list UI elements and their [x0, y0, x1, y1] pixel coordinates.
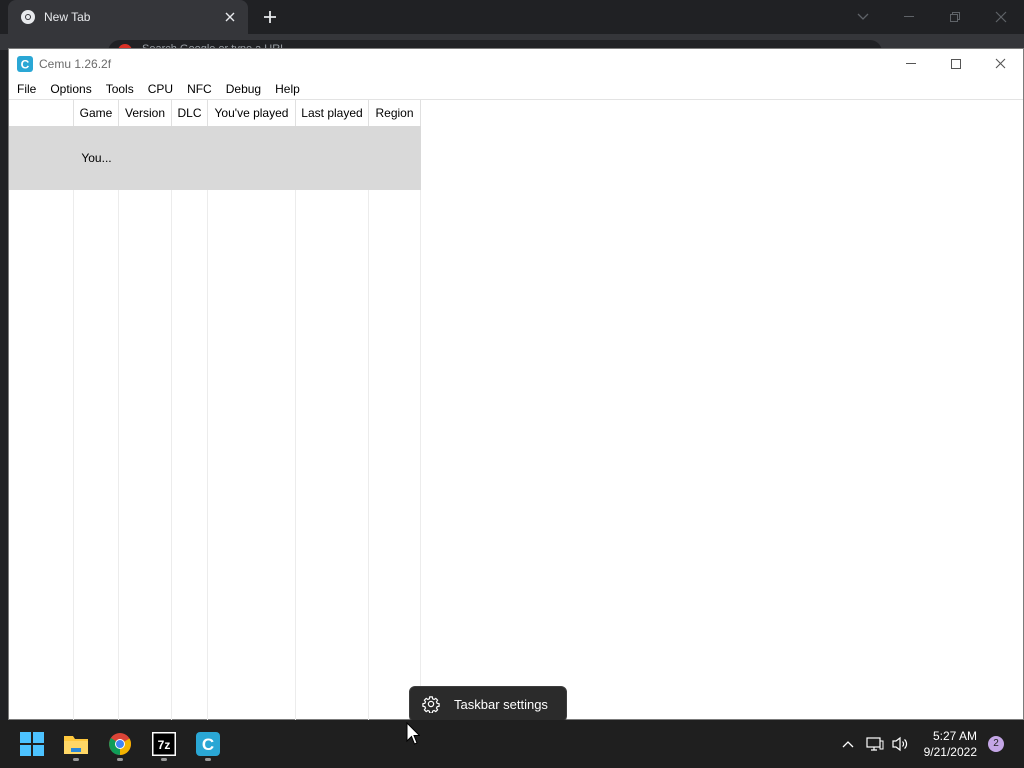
browser-window-controls	[840, 0, 1024, 34]
running-indicator	[117, 758, 123, 761]
chrome-button[interactable]	[100, 724, 140, 764]
browser-restore-icon[interactable]	[932, 0, 978, 34]
chrome-icon	[109, 733, 131, 755]
game-list[interactable]: Game Version DLC You've played Last play…	[9, 100, 421, 720]
window-title: Cemu 1.26.2f	[39, 56, 112, 71]
minimize-icon[interactable]	[888, 49, 933, 78]
table-row[interactable]	[9, 126, 421, 190]
menu-debug[interactable]: Debug	[219, 78, 268, 100]
taskbar-settings-tooltip[interactable]: Taskbar settings	[409, 686, 567, 722]
column-divider	[420, 100, 421, 720]
column-header-dlc[interactable]: DLC	[172, 100, 208, 126]
svg-text:C: C	[21, 57, 30, 71]
folder-icon	[64, 736, 88, 754]
running-indicator	[161, 758, 167, 761]
gear-icon	[422, 695, 440, 713]
column-divider	[207, 100, 208, 720]
cemu-window: C Cemu 1.26.2f File Options Tools CPU NF…	[8, 48, 1024, 720]
cemu-titlebar[interactable]: C Cemu 1.26.2f	[9, 49, 1023, 78]
column-divider	[118, 100, 119, 720]
menu-cpu[interactable]: CPU	[141, 78, 180, 100]
cemu-app-icon: C	[17, 55, 33, 72]
chrome-favicon-icon	[20, 9, 36, 25]
clock-date: 9/21/2022	[923, 745, 977, 759]
running-indicator	[73, 758, 79, 761]
show-hidden-icons-icon[interactable]	[838, 720, 858, 768]
menu-options[interactable]: Options	[43, 78, 98, 100]
browser-tab[interactable]: New Tab	[8, 0, 248, 34]
column-header-youve-played[interactable]: You've played	[208, 100, 296, 126]
menu-tools[interactable]: Tools	[99, 78, 141, 100]
column-divider	[73, 100, 74, 720]
menu-nfc[interactable]: NFC	[180, 78, 219, 100]
column-header-icon[interactable]	[9, 100, 74, 126]
clock-time: 5:27 AM	[932, 729, 977, 743]
window-controls	[888, 49, 1023, 78]
notification-badge[interactable]: 2	[988, 736, 1004, 752]
start-button[interactable]	[12, 724, 52, 764]
browser-minimize-icon[interactable]	[886, 0, 932, 34]
column-divider	[295, 100, 296, 720]
menu-bar: File Options Tools CPU NFC Debug Help	[9, 78, 1023, 100]
tooltip-label: Taskbar settings	[454, 696, 548, 712]
7zip-icon: 7z	[152, 732, 176, 756]
browser-tab-title: New Tab	[44, 10, 91, 24]
7zip-button[interactable]: 7z	[144, 724, 184, 764]
file-explorer-button[interactable]	[56, 724, 96, 764]
column-header-game[interactable]: Game	[74, 100, 119, 126]
column-divider	[368, 100, 369, 720]
game-title-cell: You...	[81, 151, 112, 165]
new-tab-icon[interactable]	[258, 6, 282, 28]
tab-search-icon[interactable]	[840, 0, 886, 34]
close-tab-icon[interactable]	[222, 9, 238, 25]
network-icon[interactable]	[864, 720, 886, 768]
column-divider	[171, 100, 172, 720]
chrome-tabstrip: New Tab	[0, 0, 1024, 34]
maximize-icon[interactable]	[933, 49, 978, 78]
cemu-taskbar-button[interactable]: C	[188, 724, 228, 764]
column-header-version[interactable]: Version	[119, 100, 172, 126]
column-header-region[interactable]: Region	[369, 100, 421, 126]
system-clock[interactable]: 5:27 AM 9/21/2022	[907, 728, 977, 760]
svg-text:C: C	[202, 735, 214, 754]
close-icon[interactable]	[978, 49, 1023, 78]
menu-file[interactable]: File	[10, 78, 43, 100]
svg-text:7z: 7z	[158, 738, 171, 752]
running-indicator	[205, 758, 211, 761]
menu-help[interactable]: Help	[268, 78, 307, 100]
windows-logo-icon	[20, 732, 44, 756]
column-header-last-played[interactable]: Last played	[296, 100, 369, 126]
taskbar: 7z C 5:27 AM 9/21/2022 2	[0, 720, 1024, 768]
mouse-cursor-icon	[406, 722, 420, 745]
browser-close-icon[interactable]	[978, 0, 1024, 34]
cemu-icon: C	[196, 732, 220, 756]
